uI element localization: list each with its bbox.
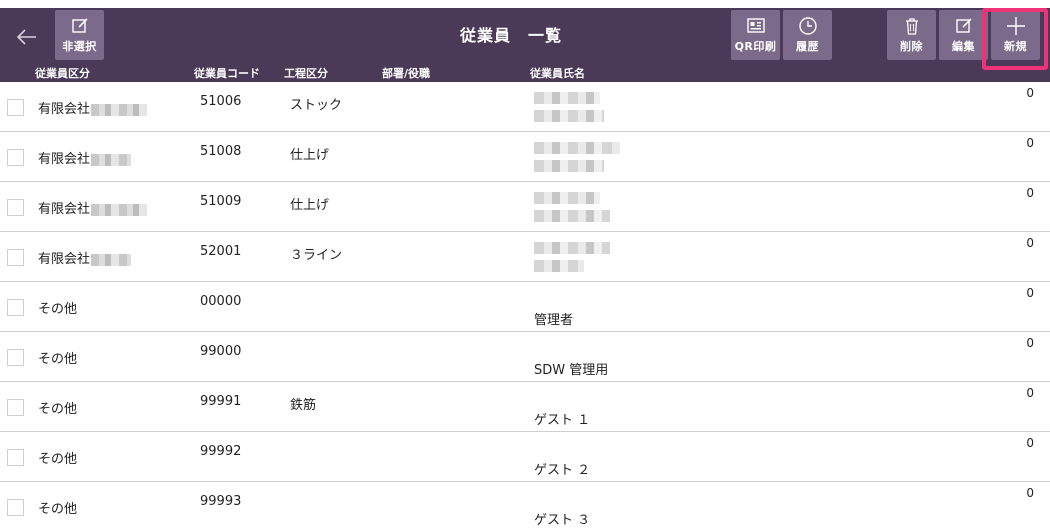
employee-name: ゲスト ３ bbox=[534, 513, 591, 528]
qr-print-label: QR印刷 bbox=[734, 40, 777, 53]
table-row[interactable]: その他 00000 管理者 0 bbox=[0, 282, 1050, 332]
toolbar: 非選択 従業員 一覧 QR印刷 履歴 削除 編集 新規 従業員区分 従業員コード… bbox=[0, 8, 1050, 82]
column-header-kubun: 従業員区分 bbox=[35, 67, 90, 80]
employee-kubun: その他 bbox=[38, 502, 78, 517]
employee-koutei: ３ライン bbox=[290, 248, 343, 263]
column-header-code: 従業員コード bbox=[194, 67, 260, 80]
redacted-name bbox=[534, 242, 610, 254]
employee-table: 有限会社 51006 ストック 0 有限会社 51008 仕上げ 0 有限会社 … bbox=[0, 82, 1050, 530]
row-checkbox[interactable] bbox=[7, 99, 24, 116]
table-row[interactable]: その他 99000 SDW 管理用 0 bbox=[0, 332, 1050, 382]
employee-koutei: ストック bbox=[290, 98, 343, 113]
employee-count: 0 bbox=[1026, 136, 1034, 150]
row-checkbox[interactable] bbox=[7, 449, 24, 466]
employee-koutei: 仕上げ bbox=[290, 198, 330, 213]
table-row[interactable]: 有限会社 51008 仕上げ 0 bbox=[0, 132, 1050, 182]
employee-koutei: 仕上げ bbox=[290, 148, 330, 163]
edit-icon bbox=[71, 18, 88, 33]
employee-name: ゲスト １ bbox=[534, 413, 591, 428]
redacted-text bbox=[91, 103, 148, 116]
edit-label: 編集 bbox=[952, 40, 975, 53]
history-label: 履歴 bbox=[796, 40, 819, 53]
deselect-label: 非選択 bbox=[62, 40, 97, 53]
column-header-busho: 部署/役職 bbox=[382, 67, 431, 80]
employee-code: 51009 bbox=[200, 194, 242, 209]
table-row[interactable]: その他 99992 ゲスト ２ 0 bbox=[0, 432, 1050, 482]
history-button[interactable]: 履歴 bbox=[783, 10, 832, 60]
new-button-highlight bbox=[982, 8, 1048, 70]
employee-koutei: 鉄筋 bbox=[290, 398, 317, 413]
employee-kubun: 有限会社 bbox=[38, 148, 132, 167]
qr-print-button[interactable]: QR印刷 bbox=[731, 10, 780, 60]
table-row[interactable]: 有限会社 51009 仕上げ 0 bbox=[0, 182, 1050, 232]
table-row[interactable]: 有限会社 51006 ストック 0 bbox=[0, 82, 1050, 132]
employee-count: 0 bbox=[1026, 486, 1034, 500]
row-checkbox[interactable] bbox=[7, 299, 24, 316]
employee-code: 99000 bbox=[200, 344, 242, 359]
employee-count: 0 bbox=[1026, 186, 1034, 200]
arrow-left-icon[interactable] bbox=[14, 24, 40, 50]
employee-kubun: その他 bbox=[38, 352, 78, 367]
edit-button[interactable]: 編集 bbox=[939, 10, 988, 60]
employee-name: ゲスト ２ bbox=[534, 463, 591, 478]
employee-count: 0 bbox=[1026, 236, 1034, 250]
employee-code: 99992 bbox=[200, 444, 242, 459]
row-checkbox[interactable] bbox=[7, 499, 24, 516]
delete-button[interactable]: 削除 bbox=[887, 10, 936, 60]
redacted-name bbox=[534, 92, 600, 104]
employee-code: 99993 bbox=[200, 494, 242, 509]
employee-count: 0 bbox=[1026, 86, 1034, 100]
column-header-name: 従業員氏名 bbox=[530, 67, 585, 80]
table-row[interactable]: 有限会社 52001 ３ライン 0 bbox=[0, 232, 1050, 282]
employee-count: 0 bbox=[1026, 286, 1034, 300]
employee-name: SDW 管理用 bbox=[534, 363, 609, 378]
qr-code-icon bbox=[746, 18, 765, 33]
employee-code: 99991 bbox=[200, 394, 242, 409]
redacted-name bbox=[534, 260, 584, 272]
kubun-text: 有限会社 bbox=[38, 252, 91, 267]
redacted-name bbox=[534, 110, 604, 122]
kubun-text: 有限会社 bbox=[38, 102, 91, 117]
redacted-name bbox=[534, 210, 610, 222]
page-title: 従業員 一覧 bbox=[460, 26, 563, 45]
table-row[interactable]: その他 99991 鉄筋 ゲスト １ 0 bbox=[0, 382, 1050, 432]
employee-count: 0 bbox=[1026, 336, 1034, 350]
delete-label: 削除 bbox=[900, 40, 923, 53]
kubun-text: 有限会社 bbox=[38, 202, 91, 217]
row-checkbox[interactable] bbox=[7, 249, 24, 266]
employee-kubun: その他 bbox=[38, 452, 78, 467]
employee-code: 52001 bbox=[200, 244, 242, 259]
employee-kubun: 有限会社 bbox=[38, 198, 148, 217]
edit-icon bbox=[955, 18, 972, 33]
employee-code: 51008 bbox=[200, 144, 242, 159]
employee-kubun: その他 bbox=[38, 402, 78, 417]
clock-icon bbox=[798, 17, 817, 35]
kubun-text: 有限会社 bbox=[38, 152, 91, 167]
redacted-text bbox=[91, 253, 132, 266]
employee-count: 0 bbox=[1026, 436, 1034, 450]
employee-kubun: 有限会社 bbox=[38, 98, 148, 117]
employee-count: 0 bbox=[1026, 386, 1034, 400]
employee-code: 00000 bbox=[200, 294, 242, 309]
redacted-name bbox=[534, 160, 604, 172]
employee-code: 51006 bbox=[200, 94, 242, 109]
row-checkbox[interactable] bbox=[7, 149, 24, 166]
redacted-text bbox=[91, 203, 148, 216]
row-checkbox[interactable] bbox=[7, 349, 24, 366]
trash-icon bbox=[905, 18, 918, 35]
employee-kubun: その他 bbox=[38, 302, 78, 317]
row-checkbox[interactable] bbox=[7, 399, 24, 416]
redacted-name bbox=[534, 192, 600, 204]
redacted-text bbox=[91, 153, 132, 166]
employee-kubun: 有限会社 bbox=[38, 248, 132, 267]
row-checkbox[interactable] bbox=[7, 199, 24, 216]
column-header-koutei: 工程区分 bbox=[284, 67, 328, 80]
employee-name: 管理者 bbox=[534, 313, 574, 328]
table-row[interactable]: その他 99993 ゲスト ３ 0 bbox=[0, 482, 1050, 530]
deselect-button[interactable]: 非選択 bbox=[55, 10, 104, 60]
redacted-name bbox=[534, 142, 620, 154]
